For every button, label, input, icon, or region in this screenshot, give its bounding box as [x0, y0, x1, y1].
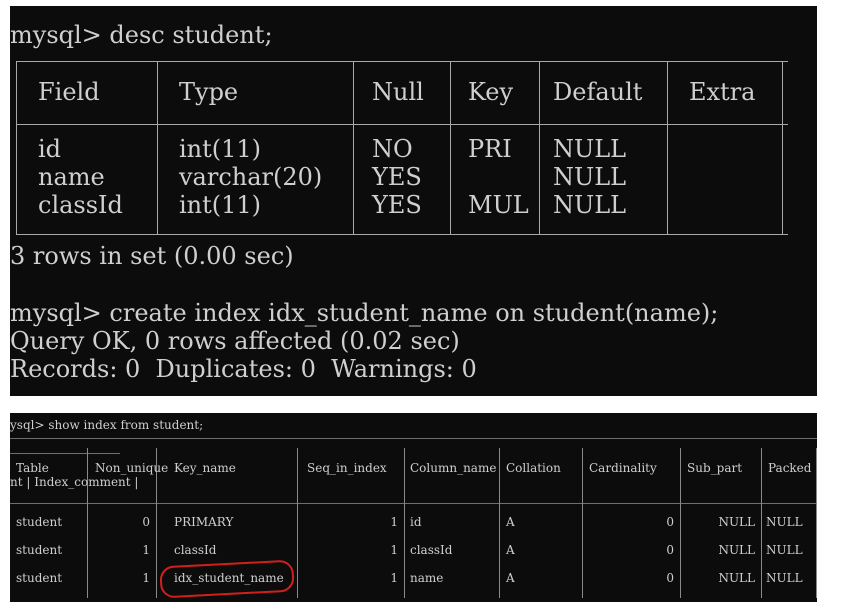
col-header-null: Null	[372, 78, 424, 106]
table-row-cell: A	[506, 515, 515, 529]
table-row-cell: PRI	[468, 135, 512, 163]
idx-header-seq: Seq_in_index	[307, 461, 387, 475]
table-row-cell: 1	[390, 571, 398, 585]
desc-summary: 3 rows in set (0.00 sec)	[10, 242, 294, 270]
table-row-cell: student	[16, 543, 63, 557]
col-header-key: Key	[468, 78, 514, 106]
table-row-cell: varchar(20)	[179, 163, 323, 191]
table-row-cell: 0	[142, 515, 150, 529]
table-row-cell: name	[410, 571, 444, 585]
table-row-cell: 0	[666, 543, 674, 557]
create-result-line2: Records: 0 Duplicates: 0 Warnings: 0	[10, 355, 477, 383]
table-row-cell: 1	[142, 543, 150, 557]
table-row-cell: YES	[372, 163, 422, 191]
table-row-cell: classId	[174, 543, 217, 557]
idx-header-non-unique: Non_unique	[95, 461, 169, 475]
col-header-default: Default	[553, 78, 643, 106]
table-row-cell: int(11)	[179, 135, 262, 163]
table-row-cell: NULL	[766, 543, 803, 557]
table-row-cell: student	[16, 571, 63, 585]
table-row-cell: NULL	[718, 571, 755, 585]
idx-header-packed: Packed	[768, 461, 812, 475]
table-row-cell: name	[38, 163, 105, 191]
table-row-cell: id	[410, 515, 422, 529]
table-row-cell: id	[38, 135, 62, 163]
table-row-cell: 0	[666, 571, 674, 585]
create-index-command: mysql> create index idx_student_name on …	[10, 299, 719, 327]
table-row-cell: A	[506, 543, 515, 557]
table-row-cell: 1	[390, 543, 398, 557]
table-row-cell: NULL	[553, 191, 627, 219]
col-header-extra: Extra	[689, 78, 756, 106]
table-row-cell: 1	[142, 571, 150, 585]
table-row-cell: NULL	[553, 135, 627, 163]
table-row-cell: 0	[666, 515, 674, 529]
table-row-cell: student	[16, 515, 63, 529]
idx-header-key-name: Key_name	[174, 461, 236, 475]
table-row-cell: NULL	[718, 543, 755, 557]
idx-header-table: Table	[16, 461, 49, 475]
col-header-field: Field	[38, 78, 100, 106]
terminal-desc: mysql> desc student; Field Type Null Key…	[10, 6, 817, 396]
create-result-line1: Query OK, 0 rows affected (0.02 sec)	[10, 327, 460, 355]
red-circle-annotation	[159, 559, 295, 599]
idx-header-cardinality: Cardinality	[589, 461, 657, 475]
table-row-cell: NULL	[718, 515, 755, 529]
idx-header-collation: Collation	[506, 461, 561, 475]
table-row-cell: classId	[38, 191, 123, 219]
show-index-command: ysql> show index from student;	[10, 418, 204, 432]
table-row-cell: PRIMARY	[174, 515, 234, 529]
table-row-cell: NULL	[553, 163, 627, 191]
table-row-cell: MUL	[468, 191, 529, 219]
table-row-cell: classId	[410, 543, 453, 557]
table-row-cell: NULL	[766, 515, 803, 529]
table-row-cell: int(11)	[179, 191, 262, 219]
terminal-show-index: ysql> show index from student; Table Non…	[10, 413, 817, 602]
table-row-cell: YES	[372, 191, 422, 219]
desc-command: mysql> desc student;	[10, 21, 273, 49]
table-row-cell: A	[506, 571, 515, 585]
table-row-cell: NO	[372, 135, 413, 163]
table-row-cell: 1	[390, 515, 398, 529]
col-header-type: Type	[179, 78, 239, 106]
idx-header-sub-part: Sub_part	[687, 461, 743, 475]
idx-header-wrap: nt | Index_comment |	[10, 475, 139, 489]
idx-header-column-name: Column_name	[410, 461, 497, 475]
table-row-cell: NULL	[766, 571, 803, 585]
